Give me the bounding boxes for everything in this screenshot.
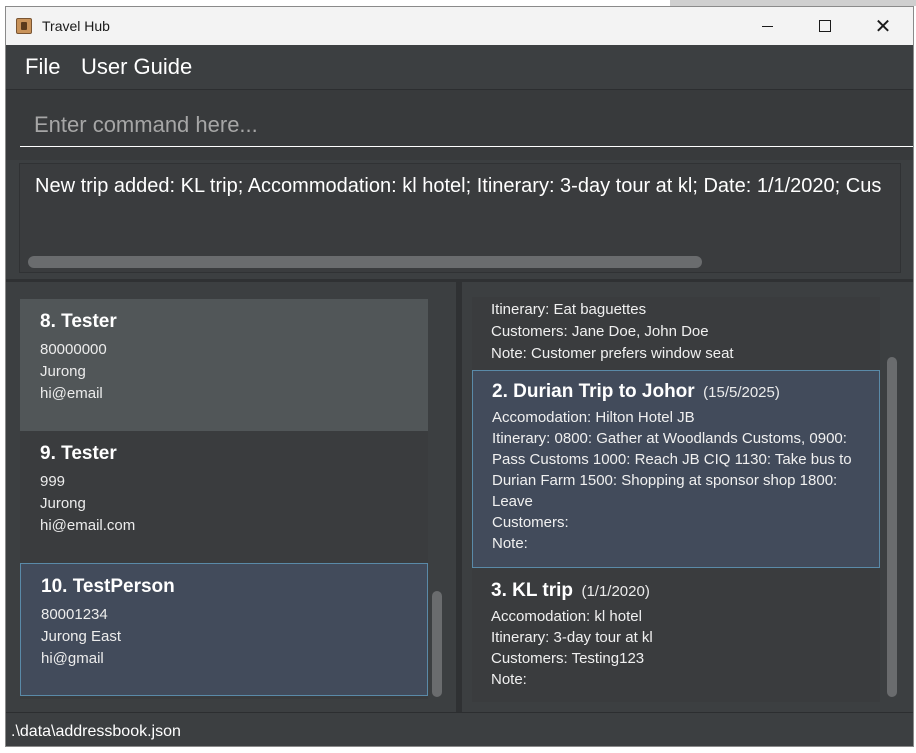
trip-header: 2. Durian Trip to Johor (15/5/2025) bbox=[492, 381, 879, 403]
minimize-button[interactable] bbox=[738, 7, 796, 45]
window-title: Travel Hub bbox=[42, 18, 110, 34]
maximize-icon bbox=[819, 20, 831, 32]
app-book-icon bbox=[16, 18, 32, 34]
trip-list-panel: Itinerary: Eat baguettes Customers: Jane… bbox=[462, 282, 913, 712]
minimize-icon bbox=[761, 25, 773, 27]
person-email: hi@email bbox=[40, 385, 103, 402]
app-window: Travel Hub ✕ File User Guide New trip ad… bbox=[5, 6, 914, 747]
menu-bar: File User Guide bbox=[6, 45, 913, 90]
menu-user-guide[interactable]: User Guide bbox=[81, 54, 192, 80]
command-box bbox=[6, 90, 913, 160]
trip-name: 2. Durian Trip to Johor bbox=[492, 381, 695, 402]
status-bar: .\data\addressbook.json bbox=[6, 712, 913, 746]
trip-list[interactable]: Itinerary: Eat baguettes Customers: Jane… bbox=[472, 297, 880, 702]
person-list-panel: 8. Tester 80000000 Jurong hi@email 9. Te… bbox=[6, 282, 456, 712]
save-file-path: .\data\addressbook.json bbox=[11, 723, 181, 740]
menu-file[interactable]: File bbox=[25, 54, 60, 80]
trip-customers: Customers: bbox=[492, 514, 569, 531]
trip-note: Note: Customer prefers window seat bbox=[491, 345, 734, 362]
trip-card[interactable]: 3. KL trip (1/1/2020) Accomodation: kl h… bbox=[472, 570, 880, 702]
command-input[interactable] bbox=[20, 103, 913, 147]
trip-accommodation: Accomodation: Hilton Hotel JB bbox=[492, 409, 695, 426]
person-phone: 999 bbox=[40, 473, 66, 490]
person-email: hi@email.com bbox=[40, 517, 136, 534]
maximize-button[interactable] bbox=[796, 7, 854, 45]
trip-customers: Customers: Jane Doe, John Doe bbox=[491, 323, 709, 340]
result-horizontal-scrollbar[interactable] bbox=[28, 256, 702, 268]
person-list-scrollbar[interactable] bbox=[432, 591, 442, 697]
trip-card-partial[interactable]: Itinerary: Eat baguettes Customers: Jane… bbox=[472, 297, 880, 365]
close-button[interactable]: ✕ bbox=[854, 7, 912, 45]
person-name: 10. TestPerson bbox=[41, 576, 175, 597]
trip-itinerary: Itinerary: 0800: Gather at Woodlands Cus… bbox=[492, 430, 852, 510]
trip-itinerary: Itinerary: Eat baguettes bbox=[491, 301, 647, 318]
result-text: New trip added: KL trip; Accommodation: … bbox=[35, 175, 882, 197]
person-card-selected[interactable]: 10. TestPerson 80001234 Jurong East hi@g… bbox=[20, 563, 428, 696]
trip-note: Note: bbox=[491, 671, 527, 688]
person-address: Jurong bbox=[40, 495, 86, 512]
trip-date: (1/1/2020) bbox=[581, 583, 650, 600]
person-list[interactable]: 8. Tester 80000000 Jurong hi@email 9. Te… bbox=[20, 299, 428, 699]
person-phone: 80000000 bbox=[40, 341, 107, 358]
person-name: 9. Tester bbox=[40, 443, 117, 464]
person-phone: 80001234 bbox=[41, 606, 108, 623]
trip-accommodation: Accomodation: kl hotel bbox=[491, 608, 642, 625]
trip-header: 3. KL trip (1/1/2020) bbox=[491, 580, 880, 602]
trip-customers: Customers: Testing123 bbox=[491, 650, 645, 667]
person-card[interactable]: 8. Tester 80000000 Jurong hi@email bbox=[20, 299, 428, 431]
trip-note: Note: bbox=[492, 535, 528, 552]
close-icon: ✕ bbox=[874, 14, 892, 38]
trip-name: 3. KL trip bbox=[491, 580, 573, 601]
trip-date: (15/5/2025) bbox=[703, 384, 780, 401]
trip-itinerary: Itinerary: 3-day tour at kl bbox=[491, 629, 653, 646]
trip-card-selected[interactable]: 2. Durian Trip to Johor (15/5/2025) Acco… bbox=[472, 370, 880, 568]
person-address: Jurong East bbox=[41, 628, 122, 645]
result-display: New trip added: KL trip; Accommodation: … bbox=[19, 163, 901, 273]
person-email: hi@gmail bbox=[41, 650, 104, 667]
person-address: Jurong bbox=[40, 363, 86, 380]
person-card[interactable]: 9. Tester 999 Jurong hi@email.com bbox=[20, 431, 428, 563]
title-bar: Travel Hub ✕ bbox=[6, 7, 913, 45]
person-name: 8. Tester bbox=[40, 311, 117, 332]
trip-list-scrollbar[interactable] bbox=[887, 357, 897, 697]
